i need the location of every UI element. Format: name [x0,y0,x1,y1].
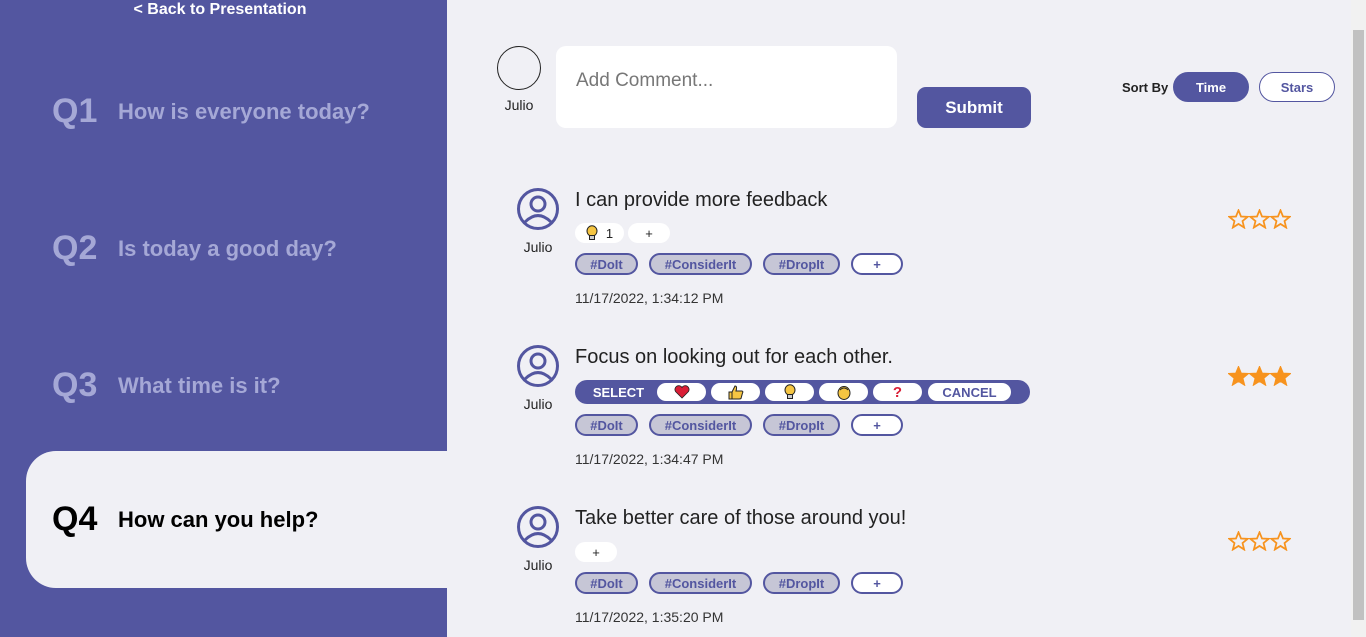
star-filled-icon[interactable] [1228,366,1249,386]
star-empty-icon[interactable] [1228,531,1249,551]
thumbs-up-icon [728,384,743,399]
question-reaction-button[interactable]: ? [873,383,922,401]
star-rating[interactable] [1228,531,1291,551]
cancel-button[interactable]: CANCEL [928,383,1011,401]
add-reaction-button[interactable]: + [575,542,617,562]
add-tag-button[interactable]: + [851,414,903,436]
question-icon: ? [892,383,903,401]
tag-doit-button[interactable]: #DoIt [575,253,638,275]
question-number: Q2 [52,229,98,267]
star-empty-icon[interactable] [1249,531,1270,551]
heart-reaction-button[interactable] [657,383,706,401]
back-to-presentation-link[interactable]: < Back to Presentation [0,0,440,20]
star-filled-icon[interactable] [1270,366,1291,386]
comment-card: Julio I can provide more feedback 1 + #D… [500,187,1330,337]
add-tag-button[interactable]: + [851,572,903,594]
question-number: Q1 [52,92,98,130]
question-item-q3[interactable]: Q3 What time is it? [26,317,447,454]
star-empty-icon[interactable] [1270,531,1291,551]
lightbulb-reaction[interactable]: 1 [575,223,624,243]
comment-author: Julio [523,396,553,412]
select-label: SELECT [592,384,645,400]
reaction-select-bar: SELECT ? CANCEL [575,380,1030,404]
question-number: Q3 [52,366,98,404]
lightbulb-reaction-button[interactable] [765,383,814,401]
star-empty-icon[interactable] [1249,209,1270,229]
question-item-q4[interactable]: Q4 How can you help? [26,451,447,588]
comment-card: Julio Take better care of those around y… [500,505,1330,637]
question-text: Is today a good day? [118,235,337,261]
reaction-count: 1 [605,225,614,241]
sort-by-label: Sort By [1122,80,1169,95]
star-filled-icon[interactable] [1249,366,1270,386]
add-reaction-button[interactable]: + [628,223,670,243]
question-text: How can you help? [118,506,319,532]
tag-row: #DoIt #ConsiderIt #DropIt + [575,253,903,275]
tag-row: #DoIt #ConsiderIt #DropIt + [575,414,903,436]
comment-author: Julio [523,239,553,255]
tag-row: #DoIt #ConsiderIt #DropIt + [575,572,903,594]
user-avatar-icon [517,345,559,387]
tag-dropit-button[interactable]: #DropIt [763,572,840,594]
tag-considerit-button[interactable]: #ConsiderIt [649,253,752,275]
page-scrollbar[interactable] [1351,0,1366,637]
tag-dropit-button[interactable]: #DropIt [763,253,840,275]
comment-timestamp: 11/17/2022, 1:34:12 PM [575,290,724,306]
clap-reaction-button[interactable] [819,383,868,401]
sort-stars-button[interactable]: Stars [1259,72,1335,102]
comment-timestamp: 11/17/2022, 1:35:20 PM [575,609,724,625]
heart-icon [674,385,689,399]
submit-button[interactable]: Submit [917,87,1031,128]
tag-considerit-button[interactable]: #ConsiderIt [649,414,752,436]
comment-timestamp: 11/17/2022, 1:34:47 PM [575,451,724,467]
user-avatar-icon [517,188,559,230]
comment-text: Focus on looking out for each other. [575,346,893,368]
current-user-name: Julio [504,97,534,113]
add-comment-input[interactable] [556,46,897,128]
star-rating[interactable] [1228,209,1291,229]
lightbulb-icon [784,384,795,399]
question-item-q1[interactable]: Q1 How is everyone today? [26,43,447,180]
reaction-row: 1 + [575,223,670,243]
reaction-row: + [575,542,617,562]
star-empty-icon[interactable] [1228,209,1249,229]
add-tag-button[interactable]: + [851,253,903,275]
tag-doit-button[interactable]: #DoIt [575,414,638,436]
current-user-avatar [497,46,541,90]
comment-author: Julio [523,557,553,573]
question-text: What time is it? [118,372,281,398]
clap-icon [837,385,850,400]
question-text: How is everyone today? [118,98,370,124]
star-rating[interactable] [1228,366,1291,386]
user-avatar-icon [517,506,559,548]
tag-dropit-button[interactable]: #DropIt [763,414,840,436]
tag-doit-button[interactable]: #DoIt [575,572,638,594]
thumbs-up-reaction-button[interactable] [711,383,760,401]
comment-card: Julio Focus on looking out for each othe… [500,344,1330,494]
comment-text: Take better care of those around you! [575,507,907,529]
question-item-q2[interactable]: Q2 Is today a good day? [26,180,447,317]
question-number: Q4 [52,500,98,538]
comment-text: I can provide more feedback [575,189,828,211]
scrollbar-thumb[interactable] [1353,30,1364,620]
lightbulb-icon [586,225,598,240]
sort-time-button[interactable]: Time [1173,72,1249,102]
tag-considerit-button[interactable]: #ConsiderIt [649,572,752,594]
question-sidebar: < Back to Presentation Q1 How is everyon… [0,0,447,637]
star-empty-icon[interactable] [1270,209,1291,229]
